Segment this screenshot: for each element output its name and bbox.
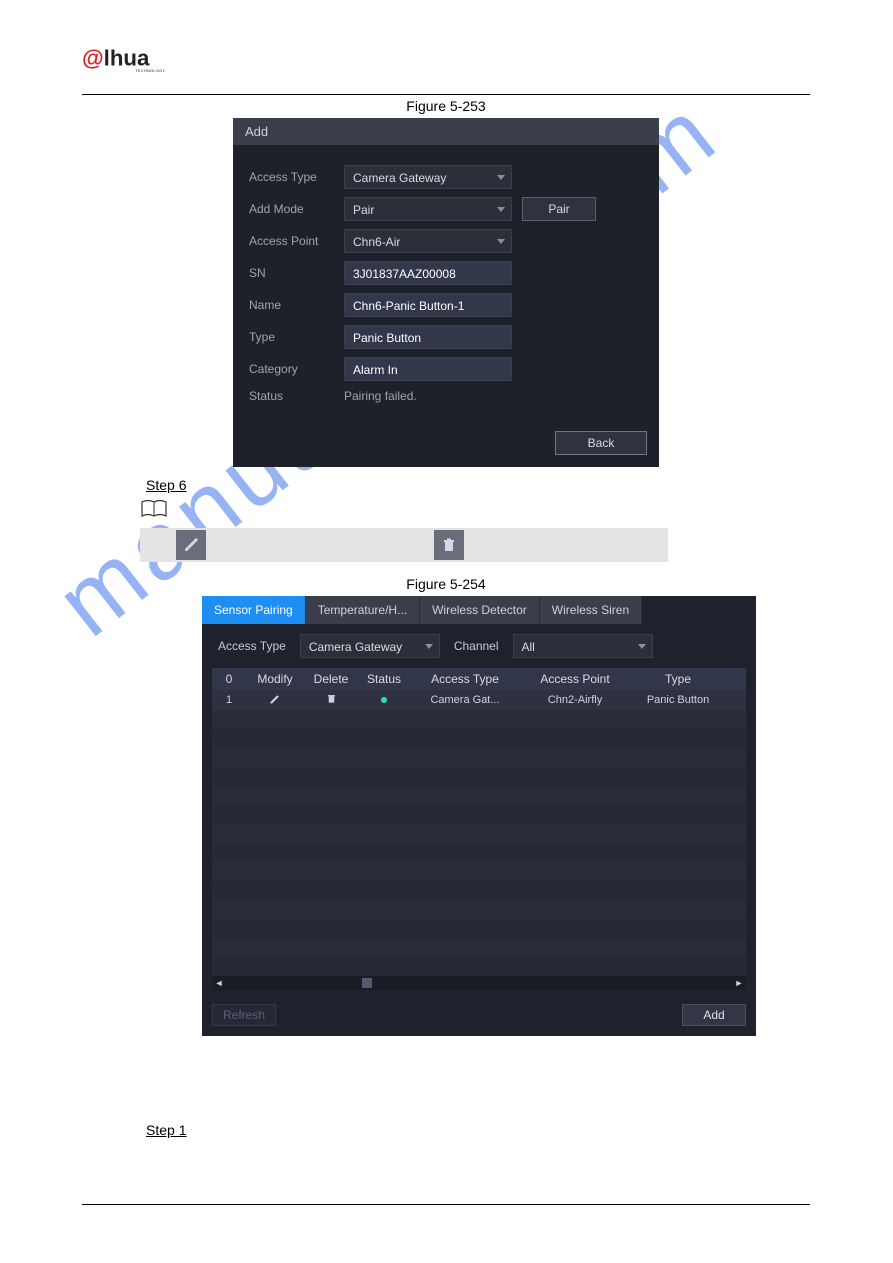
step-1-label: Step 1 (146, 1122, 186, 1138)
chevron-down-icon (638, 644, 646, 649)
select-filter-channel-value: All (522, 640, 535, 654)
pencil-icon[interactable] (176, 530, 206, 560)
scroll-right-icon[interactable]: ► (732, 976, 746, 990)
cell-type: Panic Button (630, 694, 726, 706)
select-access-type[interactable]: Camera Gateway (344, 165, 512, 189)
figure-caption-254: Figure 5-254 (82, 576, 810, 592)
input-sn[interactable]: 3J01837AAZ00008 (344, 261, 512, 285)
col-access-type: Access Type (410, 672, 520, 686)
select-access-point-value: Chn6-Air (353, 235, 400, 249)
svg-text:TECHNOLOGY: TECHNOLOGY (135, 68, 165, 73)
chevron-down-icon (497, 175, 505, 180)
table-row[interactable]: 1 Camera Gat... Chn2-Airfly Panic Button (212, 690, 746, 710)
scroll-thumb[interactable] (362, 978, 372, 988)
book-icon (140, 499, 810, 522)
tab-wireless-siren[interactable]: Wireless Siren (540, 596, 642, 624)
cell-status (358, 694, 410, 706)
add-dialog: Add Access Type Camera Gateway Add Mode … (233, 118, 659, 467)
chevron-down-icon (497, 207, 505, 212)
label-category: Category (249, 362, 344, 376)
figure-caption-253: Figure 5-253 (82, 98, 810, 114)
label-filter-access-type: Access Type (218, 639, 286, 653)
label-filter-channel: Channel (454, 639, 499, 653)
tab-bar: Sensor Pairing Temperature/H... Wireless… (202, 596, 756, 624)
label-add-mode: Add Mode (249, 202, 344, 216)
select-access-type-value: Camera Gateway (353, 171, 446, 185)
cell-access-point: Chn2-Airfly (520, 694, 630, 706)
status-dot-icon (381, 697, 387, 703)
label-type: Type (249, 330, 344, 344)
row-edit-button[interactable] (246, 693, 304, 708)
footer-rule (82, 1204, 810, 1205)
tab-temperature[interactable]: Temperature/H... (306, 596, 420, 624)
step-6-label: Step 6 (146, 477, 186, 493)
svg-text:@lhua: @lhua (82, 45, 150, 70)
empty-rows (212, 710, 746, 976)
col-type: Type (630, 672, 726, 686)
sensor-pairing-panel: Sensor Pairing Temperature/H... Wireless… (202, 596, 756, 1036)
dialog-title: Add (233, 118, 659, 145)
icon-toolbar (140, 528, 668, 562)
label-name: Name (249, 298, 344, 312)
tab-wireless-detector[interactable]: Wireless Detector (420, 596, 540, 624)
input-category[interactable]: Alarm In (344, 357, 512, 381)
chevron-down-icon (425, 644, 433, 649)
select-add-mode-value: Pair (353, 203, 374, 217)
tab-sensor-pairing[interactable]: Sensor Pairing (202, 596, 306, 624)
label-access-type: Access Type (249, 170, 344, 184)
device-table: 0 Modify Delete Status Access Type Acces… (212, 668, 746, 990)
cell-access-type: Camera Gat... (410, 694, 520, 706)
select-filter-channel[interactable]: All (513, 634, 653, 658)
select-filter-access-type[interactable]: Camera Gateway (300, 634, 440, 658)
col-delete: Delete (304, 672, 358, 686)
status-text: Pairing failed. (344, 389, 417, 403)
label-access-point: Access Point (249, 234, 344, 248)
header-rule (82, 94, 810, 95)
refresh-button[interactable]: Refresh (212, 1004, 276, 1026)
horizontal-scrollbar[interactable]: ◄ ► (212, 976, 746, 990)
col-status: Status (358, 672, 410, 686)
table-header: 0 Modify Delete Status Access Type Acces… (212, 668, 746, 690)
col-modify: Modify (246, 672, 304, 686)
select-filter-access-type-value: Camera Gateway (309, 640, 402, 654)
trash-icon[interactable] (434, 530, 464, 560)
input-name[interactable]: Chn6-Panic Button-1 (344, 293, 512, 317)
brand-logo: @lhua TECHNOLOGY (82, 44, 182, 78)
back-button[interactable]: Back (555, 431, 647, 455)
select-add-mode[interactable]: Pair (344, 197, 512, 221)
row-delete-button[interactable] (304, 693, 358, 707)
pair-button[interactable]: Pair (522, 197, 596, 221)
input-type[interactable]: Panic Button (344, 325, 512, 349)
label-sn: SN (249, 266, 344, 280)
col-access-point: Access Point (520, 672, 630, 686)
select-access-point[interactable]: Chn6-Air (344, 229, 512, 253)
col-index: 0 (212, 672, 246, 686)
chevron-down-icon (497, 239, 505, 244)
add-button[interactable]: Add (682, 1004, 746, 1026)
scroll-left-icon[interactable]: ◄ (212, 976, 226, 990)
cell-index: 1 (212, 694, 246, 706)
label-status: Status (249, 389, 344, 403)
